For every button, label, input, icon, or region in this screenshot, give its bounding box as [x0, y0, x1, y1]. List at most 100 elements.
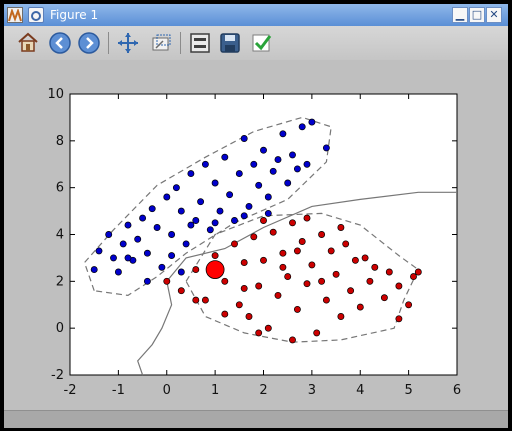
maximize-button[interactable]: □	[469, 7, 485, 23]
checkmark-icon	[252, 34, 272, 52]
red-data-point	[313, 329, 321, 337]
blue-data-point	[148, 205, 156, 213]
red-data-point	[279, 249, 287, 257]
blue-data-point	[168, 231, 176, 238]
red-data-point	[318, 277, 326, 285]
red-data-point	[221, 277, 229, 285]
check-button[interactable]	[250, 31, 274, 55]
red-data-point	[332, 270, 340, 278]
red-data-point	[293, 305, 301, 313]
red-data-point	[405, 301, 413, 309]
red-data-point	[351, 256, 359, 264]
highlighted-point	[205, 260, 225, 280]
red-data-point	[192, 296, 200, 304]
x-tick-label: -1	[112, 383, 125, 398]
blue-data-point	[158, 263, 166, 271]
blue-data-point	[168, 252, 176, 260]
matplotlib-icon[interactable]	[7, 7, 23, 23]
window-menu-icon[interactable]	[28, 7, 44, 23]
blue-data-point	[255, 181, 263, 189]
zoom-button[interactable]	[149, 31, 173, 55]
save-button[interactable]	[218, 31, 242, 55]
red-data-point	[395, 282, 403, 290]
blue-data-point	[235, 170, 243, 178]
red-data-point	[322, 296, 330, 304]
red-data-point	[414, 268, 422, 276]
back-button[interactable]	[48, 31, 72, 55]
blue-data-point	[303, 160, 311, 168]
red-data-point	[395, 315, 403, 323]
forward-button[interactable]	[77, 31, 101, 55]
red-data-point	[327, 247, 335, 255]
back-arrow-icon	[49, 32, 71, 54]
blue-data-point	[211, 219, 219, 227]
blue-data-point	[95, 247, 103, 255]
y-tick-label: 4	[56, 228, 64, 243]
blue-data-point	[274, 156, 282, 164]
blue-data-point	[201, 160, 209, 168]
y-tick-label: -2	[51, 368, 64, 383]
status-bar	[4, 410, 508, 428]
red-data-point	[356, 303, 364, 311]
red-data-point	[260, 217, 267, 224]
title-bar[interactable]: Figure 1 ▁ □ ✕	[4, 4, 508, 27]
blue-data-point	[269, 167, 277, 175]
scatter-plot[interactable]: -2 -1 0 1 2 3 4 5 6 -2 0 2 4 6 8 10	[4, 60, 508, 410]
toolbar	[4, 26, 508, 60]
save-icon	[220, 33, 240, 53]
home-icon	[18, 32, 38, 52]
red-data-point	[250, 233, 258, 241]
blue-data-point	[90, 266, 98, 274]
x-tick-label: 4	[356, 383, 364, 398]
blue-data-point	[153, 224, 161, 231]
blue-data-point	[260, 146, 267, 154]
blue-data-point	[284, 179, 292, 187]
figure-window: Figure 1 ▁ □ ✕ -2 -1 0 1 2 3 4 5 6 -2 0 …	[4, 4, 508, 428]
blue-data-point	[119, 240, 127, 248]
red-data-point	[163, 277, 171, 285]
y-tick-label: 2	[56, 274, 64, 289]
close-button[interactable]: ✕	[486, 7, 502, 23]
blue-data-point	[250, 160, 258, 168]
red-data-point	[347, 287, 355, 295]
home-button[interactable]	[16, 31, 40, 55]
blue-data-point	[279, 130, 287, 138]
subplots-icon	[190, 33, 210, 53]
red-data-point	[231, 240, 238, 248]
red-data-point	[245, 313, 253, 320]
pan-icon	[118, 33, 138, 53]
blue-data-point	[105, 231, 113, 238]
red-data-point	[274, 291, 282, 299]
blue-data-point	[264, 193, 272, 201]
blue-data-point	[264, 209, 272, 217]
blue-data-point	[245, 202, 253, 210]
minimize-button[interactable]: ▁	[452, 7, 468, 23]
blue-data-point	[182, 240, 190, 248]
red-data-point	[255, 329, 263, 337]
blue-data-point	[298, 123, 306, 131]
x-tick-label: -2	[64, 383, 77, 398]
toolbar-separator	[108, 32, 109, 54]
blue-data-point	[293, 165, 301, 173]
red-data-point	[308, 261, 316, 269]
blue-data-point	[172, 184, 180, 192]
red-data-point	[177, 287, 185, 295]
red-data-point	[303, 280, 311, 288]
subplots-button[interactable]	[188, 31, 212, 55]
red-data-point	[293, 247, 301, 255]
figure-canvas[interactable]: -2 -1 0 1 2 3 4 5 6 -2 0 2 4 6 8 10	[4, 60, 508, 410]
red-data-point	[337, 224, 345, 231]
pan-button[interactable]	[116, 31, 140, 55]
red-data-point	[192, 266, 200, 274]
red-data-point	[342, 240, 350, 248]
toolbar-separator	[180, 32, 181, 54]
red-data-point	[380, 294, 388, 302]
minimize-icon: ▁	[455, 8, 465, 21]
red-data-point	[240, 284, 248, 292]
blue-data-point	[308, 118, 316, 126]
blue-data-point	[177, 207, 185, 215]
red-data-point	[264, 324, 272, 332]
red-data-point	[235, 301, 243, 309]
close-icon: ✕	[489, 8, 499, 21]
y-tick-label: 6	[56, 181, 64, 196]
